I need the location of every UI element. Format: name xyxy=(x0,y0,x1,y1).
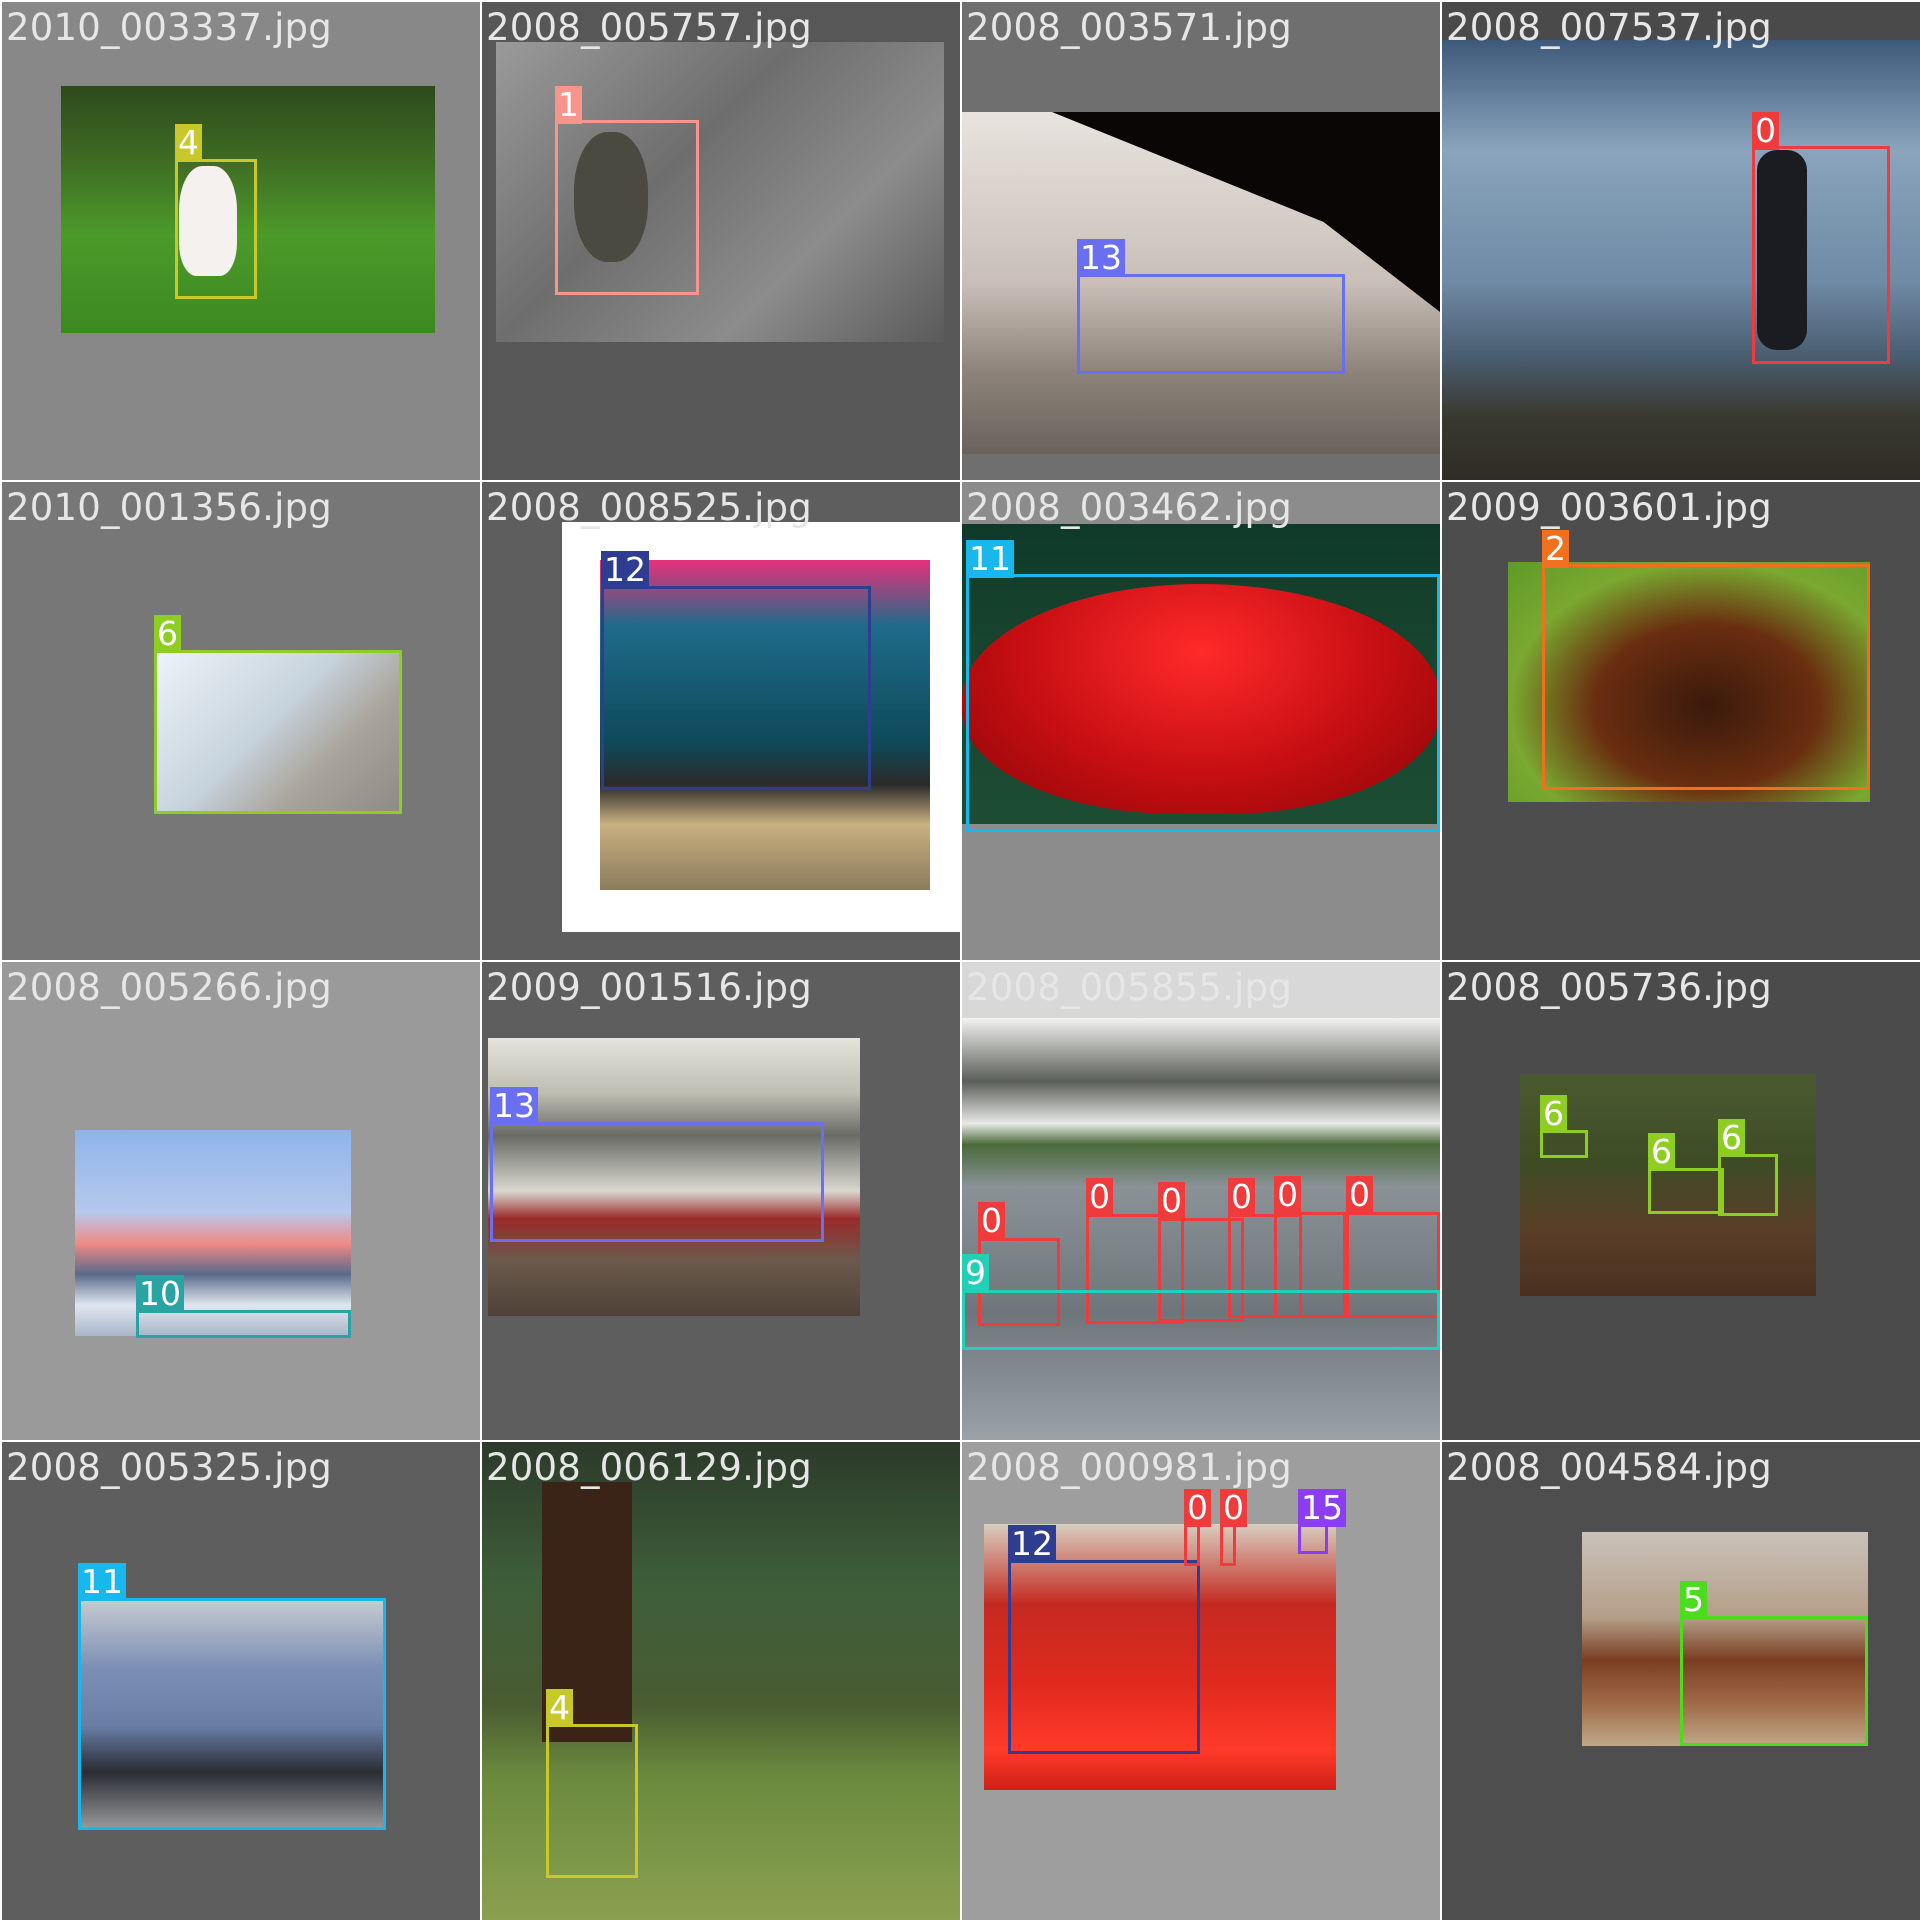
class-label: 4 xyxy=(546,1689,573,1727)
class-label: 0 xyxy=(1220,1489,1247,1527)
image-filename: 2010_001356.jpg xyxy=(6,486,332,529)
class-label: 4 xyxy=(175,124,202,162)
class-label: 13 xyxy=(1077,239,1125,277)
bounding-box xyxy=(1542,564,1870,790)
augmented-mosaic-grid: 4 2010_003337.jpg 1 2008_005757.jpg 13 2… xyxy=(0,0,1920,1920)
class-label: 1 xyxy=(555,86,582,124)
mosaic-tile-13: 11 2008_005325.jpg xyxy=(2,1442,480,1920)
class-label: 0 xyxy=(978,1202,1005,1240)
class-label: 6 xyxy=(154,615,181,653)
class-label: 10 xyxy=(136,1275,184,1313)
mosaic-tile-12: 6 6 6 2008_005736.jpg xyxy=(1442,962,1920,1440)
mosaic-tile-5: 6 2010_001356.jpg xyxy=(2,482,480,960)
mosaic-tile-1: 4 2010_003337.jpg xyxy=(2,2,480,480)
image-filename: 2008_006129.jpg xyxy=(486,1446,812,1489)
bounding-box xyxy=(601,586,871,790)
image-filename: 2010_003337.jpg xyxy=(6,6,332,49)
bounding-box xyxy=(78,1598,386,1830)
mosaic-tile-9: 10 2008_005266.jpg xyxy=(2,962,480,1440)
bounding-box xyxy=(1298,1524,1328,1554)
class-label: 12 xyxy=(1008,1525,1056,1563)
class-label: 11 xyxy=(966,540,1014,578)
bounding-box xyxy=(546,1724,638,1878)
bounding-box xyxy=(1718,1154,1778,1216)
bounding-box xyxy=(1008,1560,1200,1754)
class-label: 6 xyxy=(1540,1095,1567,1133)
image-filename: 2008_005736.jpg xyxy=(1446,966,1772,1009)
bounding-box xyxy=(966,574,1440,832)
bounding-box xyxy=(1752,146,1890,364)
snowy-mountains-photo xyxy=(75,1130,351,1336)
class-label: 13 xyxy=(490,1087,538,1125)
class-label: 6 xyxy=(1718,1119,1745,1157)
class-label: 5 xyxy=(1680,1581,1707,1619)
mosaic-tile-14: 4 2008_006129.jpg xyxy=(482,1442,960,1920)
bounding-box xyxy=(1680,1616,1868,1746)
mosaic-tile-3: 13 2008_003571.jpg xyxy=(962,2,1440,480)
class-label: 2 xyxy=(1542,530,1569,568)
bounding-box xyxy=(136,1310,351,1338)
image-filename: 2008_008525.jpg xyxy=(486,486,812,529)
image-filename: 2008_000981.jpg xyxy=(966,1446,1292,1489)
class-label: 0 xyxy=(1346,1176,1373,1214)
bounding-box xyxy=(490,1122,824,1242)
class-label: 0 xyxy=(1184,1489,1211,1527)
class-label: 0 xyxy=(1158,1182,1185,1220)
mosaic-tile-15: 12 0 0 15 2008_000981.jpg xyxy=(962,1442,1440,1920)
class-label: 0 xyxy=(1228,1178,1255,1216)
mosaic-tile-6: 12 2008_008525.jpg xyxy=(482,482,960,960)
class-label: 11 xyxy=(78,1563,126,1601)
class-label: 9 xyxy=(962,1254,989,1292)
image-filename: 2008_007537.jpg xyxy=(1446,6,1772,49)
class-label: 15 xyxy=(1298,1489,1346,1527)
image-filename: 2008_004584.jpg xyxy=(1446,1446,1772,1489)
bounding-box xyxy=(1648,1168,1724,1214)
bounding-box xyxy=(555,120,699,295)
class-label: 0 xyxy=(1086,1178,1113,1216)
mosaic-tile-2: 1 2008_005757.jpg xyxy=(482,2,960,480)
image-filename: 2008_003571.jpg xyxy=(966,6,1292,49)
image-filename: 2008_005325.jpg xyxy=(6,1446,332,1489)
class-label: 12 xyxy=(601,551,649,589)
bounding-box xyxy=(154,650,402,814)
image-filename: 2008_003462.jpg xyxy=(966,486,1292,529)
image-filename: 2008_005757.jpg xyxy=(486,6,812,49)
class-label: 0 xyxy=(1274,1176,1301,1214)
mosaic-tile-7: 11 2008_003462.jpg xyxy=(962,482,1440,960)
image-filename: 2008_005266.jpg xyxy=(6,966,332,1009)
bounding-box xyxy=(175,159,257,299)
mosaic-tile-16: 5 2008_004584.jpg xyxy=(1442,1442,1920,1920)
bounding-box xyxy=(1540,1130,1588,1158)
bounding-box xyxy=(962,1290,1440,1350)
bounding-box xyxy=(1220,1524,1236,1566)
bounding-box xyxy=(1184,1524,1200,1566)
mosaic-tile-4: 0 2008_007537.jpg xyxy=(1442,2,1920,480)
image-filename: 2009_003601.jpg xyxy=(1446,486,1772,529)
image-filename: 2008_005855.jpg xyxy=(966,966,1292,1009)
image-filename: 2009_001516.jpg xyxy=(486,966,812,1009)
bounding-box xyxy=(1077,274,1345,374)
mosaic-tile-8: 2 2009_003601.jpg xyxy=(1442,482,1920,960)
class-label: 6 xyxy=(1648,1133,1675,1171)
mosaic-tile-10: 13 2009_001516.jpg xyxy=(482,962,960,1440)
mosaic-tile-11: 0 0 0 0 0 0 9 2008_005855.jpg xyxy=(962,962,1440,1440)
class-label: 0 xyxy=(1752,112,1779,150)
